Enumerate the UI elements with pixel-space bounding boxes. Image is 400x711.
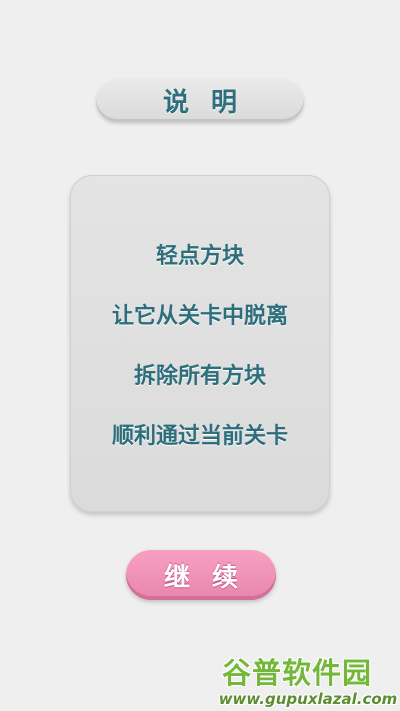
instruction-line: 轻点方块	[155, 244, 244, 269]
instructions-panel: 轻点方块 让它从关卡中脱离 拆除所有方块 顺利通过当前关卡	[70, 175, 330, 512]
watermark: 谷普软件园 www.gupuxlazal.com	[216, 650, 400, 711]
instruction-line: 拆除所有方块	[133, 364, 266, 389]
title-banner: 说明	[96, 79, 304, 122]
watermark-title: 谷普软件园	[222, 656, 373, 690]
instruction-line: 让它从关卡中脱离	[111, 304, 288, 329]
page-title: 说明	[162, 88, 259, 118]
watermark-url: www.gupuxlazal.com	[218, 690, 398, 708]
continue-button-label: 继续	[163, 562, 260, 593]
continue-button[interactable]: 继续	[126, 550, 276, 600]
instruction-line: 顺利通过当前关卡	[111, 424, 288, 449]
